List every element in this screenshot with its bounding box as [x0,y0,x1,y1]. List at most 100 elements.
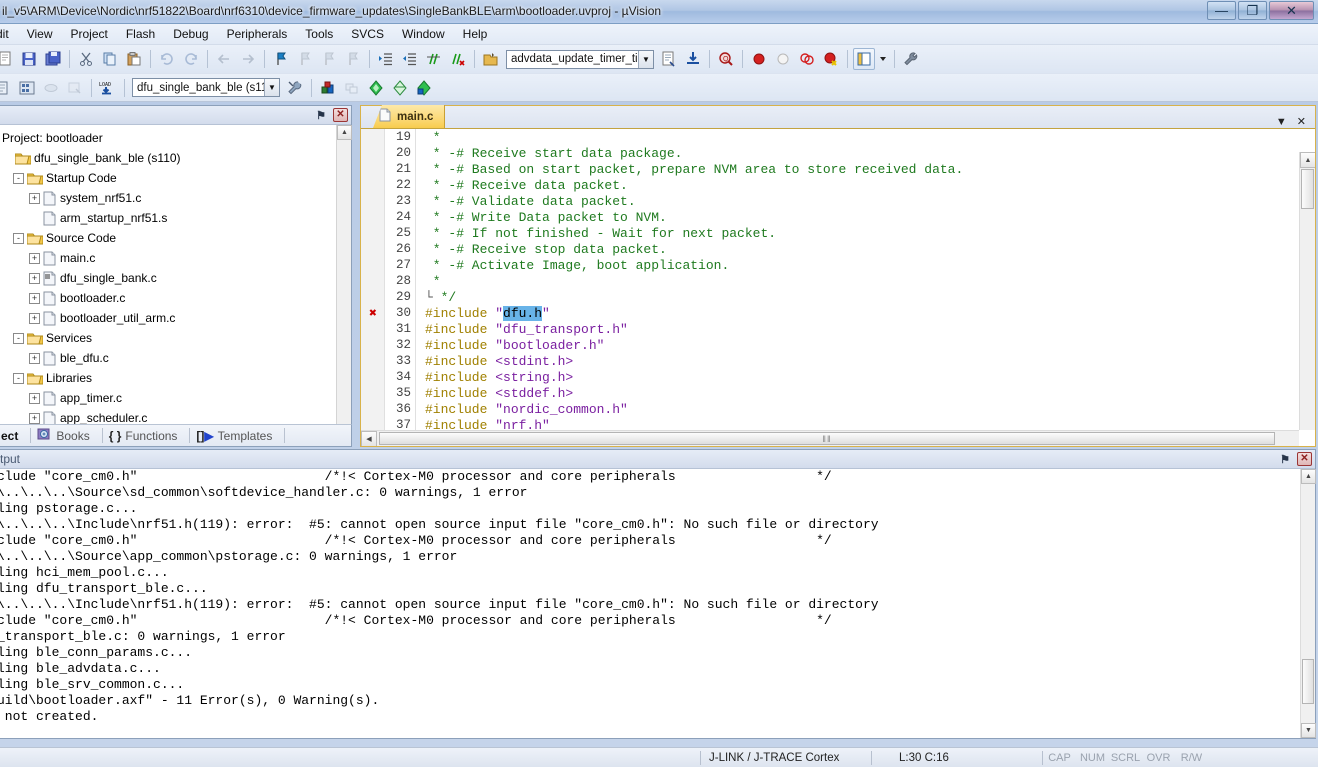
indent-icon[interactable] [375,48,397,70]
maximize-button[interactable]: ❐ [1238,1,1267,20]
multi-project-icon[interactable] [341,77,363,99]
scroll-down-button[interactable]: ▼ [1301,723,1316,738]
undo-icon[interactable] [156,48,178,70]
tree-item-libraries[interactable]: - Libraries [0,368,351,388]
build-icon[interactable] [16,77,38,99]
menu-item-tools[interactable]: Tools [296,25,342,43]
bookmark-toggle-icon[interactable] [270,48,292,70]
chevron-down-icon[interactable]: ▼ [264,79,279,96]
translate-icon[interactable] [0,77,14,99]
editor-body[interactable]: 19 * 20 * -# Receive start data package.… [361,129,1315,446]
target-options-icon[interactable] [480,48,502,70]
tree-item-source-code[interactable]: - Source Code [0,228,351,248]
menu-item-debug[interactable]: Debug [164,25,217,43]
tree-item-arm-startup-nrf51-s[interactable]: arm_startup_nrf51.s [0,208,351,228]
comment-icon[interactable] [423,48,445,70]
tab-templates[interactable]: []▶ Templates [183,425,278,446]
target-options-icon[interactable] [284,77,306,99]
remove-all-breakpoints-icon[interactable] [796,48,818,70]
target-selector[interactable]: advdata_update_timer_ti ▼ [506,49,654,69]
tree-item-bootloader-util-arm-c[interactable]: + bootloader_util_arm.c [0,308,351,328]
menu-item-help[interactable]: Help [454,25,497,43]
download-icon[interactable] [682,48,704,70]
tree-item-ble-dfu-c[interactable]: + ble_dfu.c [0,348,351,368]
editor-tab-main-c[interactable]: main.c [373,105,446,128]
chevron-down-icon[interactable]: ▼ [638,50,653,68]
tree-item-bootloader-c[interactable]: + bootloader.c [0,288,351,308]
tree-item-services[interactable]: - Services [0,328,351,348]
cut-icon[interactable] [75,48,97,70]
tree-item-target[interactable]: dfu_single_bank_ble (s110) [0,148,351,168]
output-scrollbar[interactable]: ▲ ▼ [1300,469,1316,738]
manage-target-icon[interactable] [658,48,680,70]
close-icon[interactable]: ✕ [1297,452,1312,466]
project-window-dropdown[interactable] [877,48,889,70]
collapse-icon[interactable]: - [13,372,24,384]
save-all-icon[interactable] [42,48,64,70]
paste-icon[interactable] [123,48,145,70]
code-area[interactable]: 19 * 20 * -# Receive start data package.… [361,129,1299,430]
scroll-up-button[interactable]: ▲ [337,125,352,140]
menu-item-project[interactable]: Project [61,25,116,43]
pin-icon[interactable]: ⚑ [316,109,326,122]
expand-icon[interactable]: + [29,272,40,284]
add-item-icon[interactable] [413,77,435,99]
uncomment-icon[interactable] [447,48,469,70]
expand-icon[interactable]: + [29,192,40,204]
collapse-icon[interactable]: - [13,172,24,184]
tree-item-dfu-single-bank-c[interactable]: + dfu_single_bank.c [0,268,351,288]
manage-components-icon[interactable] [317,77,339,99]
menu-item-svcs[interactable]: SVCS [342,25,393,43]
collapse-icon[interactable]: - [13,332,24,344]
configure-icon[interactable] [900,48,922,70]
expand-icon[interactable]: + [29,412,40,424]
bookmark-next-icon[interactable] [318,48,340,70]
tab-project[interactable]: ect [0,425,24,446]
save-icon[interactable] [18,48,40,70]
project-window-icon[interactable] [853,48,875,70]
project-scrollbar[interactable]: ▲ ▼ [336,125,352,445]
new-item-icon[interactable] [365,77,387,99]
scroll-thumb[interactable] [1302,659,1314,704]
menu-item-peripherals[interactable]: Peripherals [218,25,297,43]
scroll-up-button[interactable]: ▲ [1300,152,1315,168]
scroll-thumb[interactable]: ‖‖ [379,432,1275,445]
close-tab-icon[interactable]: ✕ [1297,115,1306,128]
expand-icon[interactable]: + [29,252,40,264]
bookmark-prev-icon[interactable] [294,48,316,70]
copy-icon[interactable] [99,48,121,70]
minimize-button[interactable]: — [1207,1,1236,20]
scroll-thumb[interactable] [1301,169,1314,209]
expand-icon[interactable]: + [29,352,40,364]
editor-vertical-scrollbar[interactable]: ▲ [1299,152,1315,430]
new-file-icon[interactable] [0,48,16,70]
menu-item-flash[interactable]: Flash [117,25,164,43]
rebuild-icon[interactable] [40,77,62,99]
tree-item-app-timer-c[interactable]: + app_timer.c [0,388,351,408]
outdent-icon[interactable] [399,48,421,70]
scroll-left-button[interactable]: ◀ [361,430,377,446]
expand-icon[interactable]: + [29,312,40,324]
navigate-back-icon[interactable] [213,48,235,70]
find-in-files-icon[interactable]: Q [715,48,737,70]
disable-all-breakpoints-icon[interactable] [820,48,842,70]
redo-icon[interactable] [180,48,202,70]
menu-item-window[interactable]: Window [393,25,454,43]
remove-item-icon[interactable] [389,77,411,99]
expand-icon[interactable]: + [29,392,40,404]
menu-item-edit[interactable]: dit [0,25,18,43]
batch-build-icon[interactable] [64,77,86,99]
collapse-icon[interactable]: - [13,232,24,244]
tab-books[interactable]: Books [24,425,95,446]
tree-item-main-c[interactable]: + main.c [0,248,351,268]
close-button[interactable]: ✕ [1269,1,1314,20]
scroll-up-button[interactable]: ▲ [1301,469,1316,484]
tab-list-dropdown-icon[interactable]: ▼ [1276,116,1287,128]
close-icon[interactable]: ✕ [333,108,348,122]
load-icon[interactable]: LOAD [97,77,119,99]
insert-breakpoint-icon[interactable] [748,48,770,70]
tab-functions[interactable]: { } Functions [96,425,184,446]
project-target-selector[interactable]: dfu_single_bank_ble (s11 ▼ [132,78,280,97]
bookmark-clear-icon[interactable] [342,48,364,70]
navigate-forward-icon[interactable] [237,48,259,70]
